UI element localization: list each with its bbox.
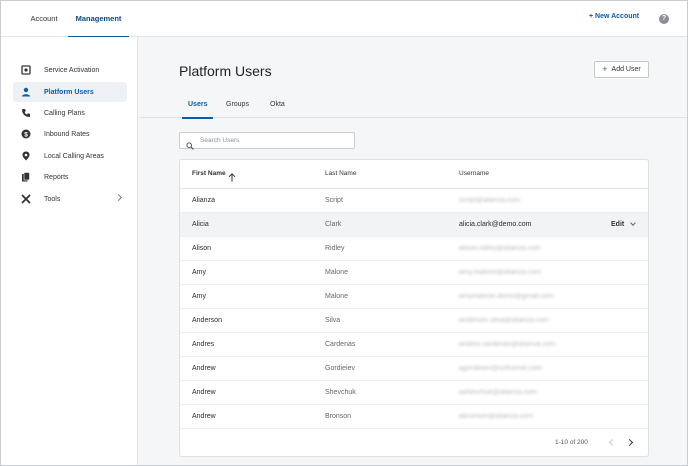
- cell-last-name: Cardenas: [325, 341, 356, 348]
- cell-last-name: Script: [325, 197, 343, 204]
- table-row[interactable]: Andrew Shevchuk ashevchuk@alianza.com: [180, 381, 648, 405]
- chevron-right-icon: [114, 193, 123, 202]
- tab-account[interactable]: Account: [19, 1, 69, 37]
- dollar-icon: $: [21, 129, 31, 139]
- table-row[interactable]: Amy Malone amymalone.demo@gmail.com: [180, 285, 648, 309]
- new-account-button[interactable]: + New Account: [589, 13, 639, 20]
- add-user-button[interactable]: + Add User: [594, 61, 649, 78]
- sidebar-item-label: Calling Plans: [44, 109, 85, 117]
- tab-groups[interactable]: Groups: [226, 101, 249, 118]
- sidebar: Service Activation Platform Users Callin…: [1, 37, 138, 465]
- question-circle-icon[interactable]: ?: [659, 14, 669, 24]
- sidebar-item-label: Tools: [44, 195, 61, 203]
- cell-username: abronson@alianza.com: [459, 413, 533, 420]
- cell-username: ashevchuk@alianza.com: [459, 389, 537, 396]
- cell-username: anderson.silva@alianza.com: [459, 317, 549, 324]
- service-activation-icon: [21, 65, 31, 75]
- page-title: Platform Users: [179, 63, 272, 79]
- add-user-label: Add User: [611, 66, 641, 73]
- cell-username: amy.malone@alianza.com: [459, 269, 542, 276]
- table-row[interactable]: Andres Cardenas andres.cardenas@alianza.…: [180, 333, 648, 357]
- sidebar-item-platform-users[interactable]: Platform Users: [13, 82, 127, 102]
- table-header: First Name Last Name Username: [180, 160, 648, 189]
- user-icon: [21, 87, 31, 97]
- cell-last-name: Shevchuk: [325, 389, 356, 396]
- sidebar-item-tools[interactable]: Tools: [13, 189, 127, 209]
- sidebar-item-inbound-rates[interactable]: $ Inbound Rates: [13, 124, 127, 144]
- cell-last-name: Malone: [325, 269, 348, 276]
- column-header-last-name[interactable]: Last Name: [325, 170, 356, 177]
- column-header-first-name[interactable]: First Name: [192, 170, 226, 177]
- cell-first-name: Amy: [192, 293, 206, 300]
- cell-last-name: Clark: [325, 221, 342, 228]
- cell-username: amymalone.demo@gmail.com: [459, 293, 554, 300]
- cell-last-name: Gordieiev: [325, 365, 355, 372]
- table-row[interactable]: Andrew Bronson abronson@alianza.com: [180, 405, 648, 429]
- cell-first-name: Andrew: [192, 413, 216, 420]
- cell-username: andres.cardenas@alianza.com: [459, 341, 556, 348]
- top-navigation-bar: Account Management + New Account ?: [1, 1, 687, 38]
- chevron-left-icon[interactable]: [608, 438, 617, 447]
- search-input[interactable]: [200, 137, 350, 144]
- tab-users[interactable]: Users: [181, 101, 215, 119]
- cell-last-name: Bronson: [325, 413, 352, 420]
- sidebar-item-label: Local Calling Areas: [44, 152, 104, 160]
- column-header-username[interactable]: Username: [459, 170, 489, 177]
- edit-button[interactable]: Edit: [611, 221, 624, 228]
- svg-text:$: $: [24, 131, 28, 138]
- tools-icon: [21, 194, 31, 204]
- chevron-right-icon[interactable]: [625, 438, 634, 447]
- pagination: 1-10 of 200: [180, 430, 648, 456]
- phone-icon: [21, 108, 31, 118]
- cell-first-name: Andrew: [192, 389, 216, 396]
- search-box[interactable]: [179, 132, 355, 150]
- table-row[interactable]: Andrew Gordieiev agordieiev@softserve.co…: [180, 357, 648, 381]
- table-row[interactable]: Alicia Clark alicia.clark@demo.com Edit: [180, 213, 648, 237]
- plus-icon: +: [602, 64, 608, 74]
- cell-last-name: Malone: [325, 293, 348, 300]
- cell-username: alicia.clark@demo.com: [459, 221, 532, 228]
- cell-first-name: Alianza: [192, 197, 215, 204]
- subtabs: Users Groups Okta: [139, 97, 687, 119]
- users-table: First Name Last Name Username Alianza Sc…: [179, 159, 649, 457]
- cell-username: script@alianza.com: [459, 197, 521, 204]
- cell-first-name: Andrew: [192, 365, 216, 372]
- app-window: Account Management + New Account ? Servi…: [0, 0, 688, 466]
- table-row[interactable]: Anderson Silva anderson.silva@alianza.co…: [180, 309, 648, 333]
- sidebar-item-label: Inbound Rates: [44, 130, 90, 138]
- cell-last-name: Ridley: [325, 245, 345, 252]
- cell-last-name: Silva: [325, 317, 341, 324]
- sidebar-item-reports[interactable]: Reports: [13, 167, 127, 187]
- search-icon: [186, 137, 194, 150]
- location-pin-icon: [21, 151, 31, 161]
- sidebar-item-calling-plans[interactable]: Calling Plans: [13, 103, 127, 123]
- sidebar-item-local-calling-areas[interactable]: Local Calling Areas: [13, 146, 127, 166]
- cell-username: alison.ridley@alianza.com: [459, 245, 541, 252]
- sidebar-item-label: Platform Users: [44, 88, 94, 96]
- cell-username: agordieiev@softserve.com: [459, 365, 542, 372]
- sidebar-item-label: Service Activation: [44, 66, 100, 74]
- cell-first-name: Anderson: [192, 317, 222, 324]
- sidebar-item-service-activation[interactable]: Service Activation: [13, 60, 127, 80]
- cell-first-name: Amy: [192, 269, 206, 276]
- cell-first-name: Alison: [192, 245, 212, 252]
- tab-okta[interactable]: Okta: [270, 101, 285, 118]
- reports-icon: [21, 172, 31, 182]
- table-row[interactable]: Alianza Script script@alianza.com: [180, 189, 648, 213]
- cell-first-name: Andres: [192, 341, 215, 348]
- chevron-down-icon[interactable]: [630, 220, 636, 226]
- tab-management[interactable]: Management: [68, 1, 129, 38]
- sort-ascending-icon[interactable]: [228, 169, 236, 182]
- cell-first-name: Alicia: [192, 221, 209, 228]
- main-content: Platform Users + Add User Users Groups O…: [139, 37, 687, 465]
- table-row[interactable]: Amy Malone amy.malone@alianza.com: [180, 261, 648, 285]
- table-row[interactable]: Alison Ridley alison.ridley@alianza.com: [180, 237, 648, 261]
- sidebar-item-label: Reports: [44, 173, 69, 181]
- pagination-label: 1-10 of 200: [555, 439, 588, 446]
